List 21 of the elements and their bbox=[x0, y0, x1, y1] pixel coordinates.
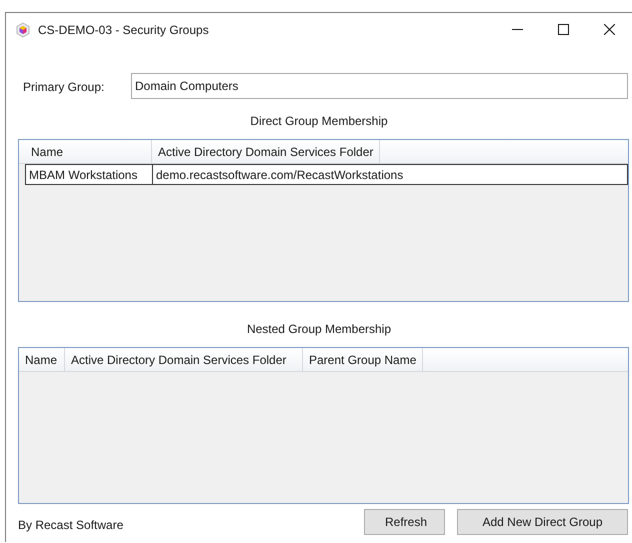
field-label: Primary Group: bbox=[23, 79, 106, 96]
close-icon bbox=[604, 24, 614, 35]
column-header[interactable]: Parent Group Name bbox=[303, 348, 424, 371]
table-row[interactable]: MBAM Workstations demo.recastsoftware.com/RecastWorkstations bbox=[25, 164, 628, 185]
credit-text: By Recast Software bbox=[18, 517, 124, 534]
maximize-icon bbox=[558, 24, 568, 35]
window-title: CS-DEMO-03 - Security Groups bbox=[38, 22, 209, 38]
section-title: Direct Group Membership bbox=[250, 114, 388, 128]
app-logo-icon bbox=[15, 22, 31, 38]
table-cell: MBAM Workstations bbox=[26, 165, 153, 184]
section-title: Nested Group Membership bbox=[246, 322, 392, 336]
field-value: Domain Computers bbox=[135, 79, 238, 93]
table-cell-text: demo.recastsoftware.com/RecastWorkstations bbox=[155, 166, 404, 184]
column-header[interactable]: Name bbox=[25, 140, 152, 163]
primary-group-field[interactable]: Domain Computers bbox=[131, 73, 628, 99]
column-header[interactable]: Active Directory Domain Services Folder bbox=[152, 140, 380, 163]
minimize-icon bbox=[512, 29, 522, 30]
action-button[interactable]: Add New Direct Group bbox=[457, 509, 628, 535]
action-button[interactable]: Refresh bbox=[364, 509, 445, 535]
column-header[interactable]: Name bbox=[19, 348, 65, 371]
column-header[interactable]: Active Directory Domain Services Folder bbox=[65, 348, 303, 371]
